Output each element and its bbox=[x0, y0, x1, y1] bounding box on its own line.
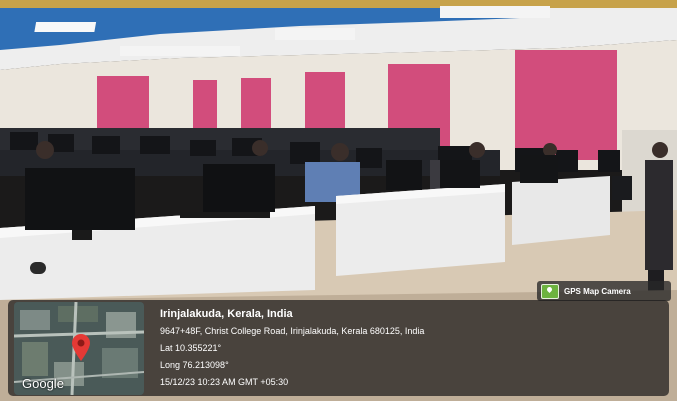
map-pin-icon bbox=[72, 334, 90, 361]
address-line: 9647+48F, Christ College Road, Irinjalak… bbox=[160, 326, 425, 336]
latitude: Lat 10.355221° bbox=[160, 343, 222, 353]
gps-map-camera-badge: GPS Map Camera bbox=[537, 281, 671, 301]
map-pin-logo-icon bbox=[541, 283, 559, 299]
gps-badge-label: GPS Map Camera bbox=[564, 286, 631, 296]
location-text: Irinjalakuda, Kerala, India 9647+48F, Ch… bbox=[160, 306, 424, 391]
map-thumbnail: Google bbox=[14, 302, 144, 395]
longitude: Long 76.213098° bbox=[160, 360, 229, 370]
place-name: Irinjalakuda, Kerala, India bbox=[160, 308, 293, 320]
timestamp: 15/12/23 10:23 AM GMT +05:30 bbox=[160, 377, 289, 387]
geotagged-photo: GPS Map Camera Google Irinjalakuda, Kera… bbox=[0, 0, 677, 401]
google-logo: Google bbox=[22, 376, 64, 391]
